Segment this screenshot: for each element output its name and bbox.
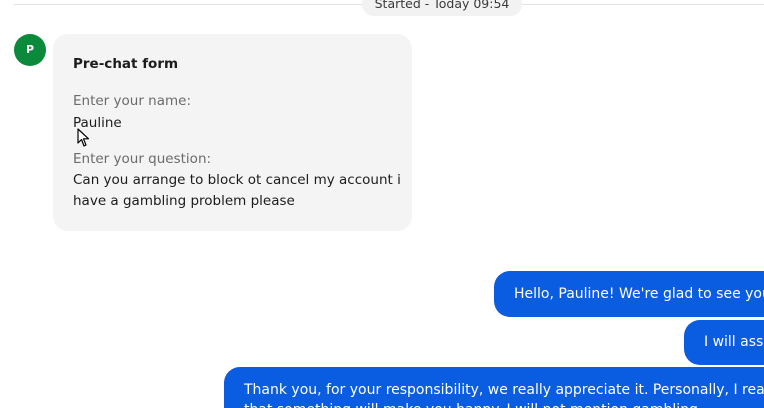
avatar: P <box>14 34 46 66</box>
question-field-value: Can you arrange to block ot cancel my ac… <box>73 172 401 209</box>
name-field-label: Enter your name: <box>73 93 192 109</box>
outgoing-message-line: that something will make you happy. I wi… <box>244 400 764 408</box>
outgoing-message: Hello, Pauline! We're glad to see you i <box>494 271 764 317</box>
pre-chat-form-card: Pre-chat form Enter your name: Pauline E… <box>53 34 412 231</box>
mouse-pointer-icon <box>77 128 90 147</box>
outgoing-message: I will assi <box>684 320 764 365</box>
divider-line-right <box>522 4 764 5</box>
outgoing-message-line: Thank you, for your responsibility, we r… <box>244 382 764 398</box>
question-field-label: Enter your question: <box>73 151 212 167</box>
divider-line-left <box>14 4 362 5</box>
outgoing-message: Thank you, for your responsibility, we r… <box>224 367 764 408</box>
chat-transcript: Started - Today 09:54 P Pre-chat form En… <box>0 0 764 408</box>
pre-chat-form-title: Pre-chat form <box>73 56 179 72</box>
conversation-start-divider: Started - Today 09:54 <box>362 0 522 16</box>
